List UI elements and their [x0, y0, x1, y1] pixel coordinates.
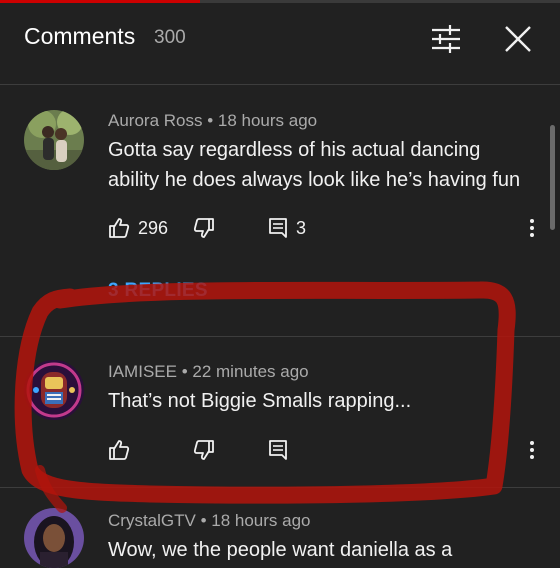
close-icon	[505, 26, 531, 52]
reply-button[interactable]	[268, 435, 288, 465]
author-name[interactable]: IAMISEE	[108, 362, 177, 381]
comment-meta: CrystalGTV • 18 hours ago	[108, 511, 311, 530]
comment-meta: IAMISEE • 22 minutes ago	[108, 362, 309, 381]
comment-text: That’s not Biggie Smalls rapping...	[108, 390, 412, 412]
reply-button[interactable]: 3	[268, 213, 306, 243]
author-name[interactable]: CrystalGTV	[108, 511, 196, 530]
thumbs-up-icon	[109, 440, 130, 460]
sliders-icon	[432, 25, 460, 53]
more-options-button[interactable]	[522, 213, 542, 243]
thumbs-down-icon	[193, 218, 214, 238]
comment-time: 22 minutes ago	[192, 362, 309, 381]
more-vertical-icon	[530, 219, 534, 237]
comment-time: 18 hours ago	[211, 511, 311, 530]
like-button[interactable]	[108, 435, 130, 465]
author-name[interactable]: Aurora Ross	[108, 111, 202, 130]
like-button[interactable]: 296	[108, 213, 168, 243]
more-options-button[interactable]	[522, 435, 542, 465]
thumbs-down-icon	[193, 440, 214, 460]
avatar[interactable]	[24, 360, 84, 420]
reply-count: 3	[296, 217, 307, 238]
comment-meta: Aurora Ross • 18 hours ago	[108, 111, 318, 130]
comment-count: 300	[154, 27, 186, 48]
reply-comment-icon	[269, 218, 287, 238]
avatar-jukebox	[24, 360, 84, 420]
sort-filter-button[interactable]	[428, 23, 464, 55]
comment-text: Wow, we the people want daniella as a	[108, 539, 453, 561]
comment-text: Gotta say regardless of his actual danci…	[108, 139, 521, 191]
header-title: Comments	[24, 23, 136, 49]
reply-comment-icon	[269, 440, 287, 460]
like-count: 296	[138, 217, 169, 238]
header-divider	[0, 84, 560, 85]
avatar[interactable]	[24, 110, 84, 170]
more-vertical-icon	[530, 441, 534, 459]
comments-header: Comments 300	[0, 3, 560, 71]
comment-divider	[0, 336, 560, 337]
scrollbar[interactable]	[550, 125, 555, 230]
comment-time: 18 hours ago	[217, 111, 318, 130]
avatar[interactable]	[24, 508, 84, 568]
dislike-button[interactable]	[193, 435, 215, 465]
dislike-button[interactable]	[193, 213, 215, 243]
view-replies-link[interactable]: 3 REPLIES	[108, 280, 208, 302]
comment-divider	[0, 487, 560, 488]
avatar-photo	[24, 508, 84, 568]
thumbs-up-icon	[109, 218, 130, 238]
avatar-photo	[24, 110, 84, 170]
close-button[interactable]	[500, 21, 536, 57]
